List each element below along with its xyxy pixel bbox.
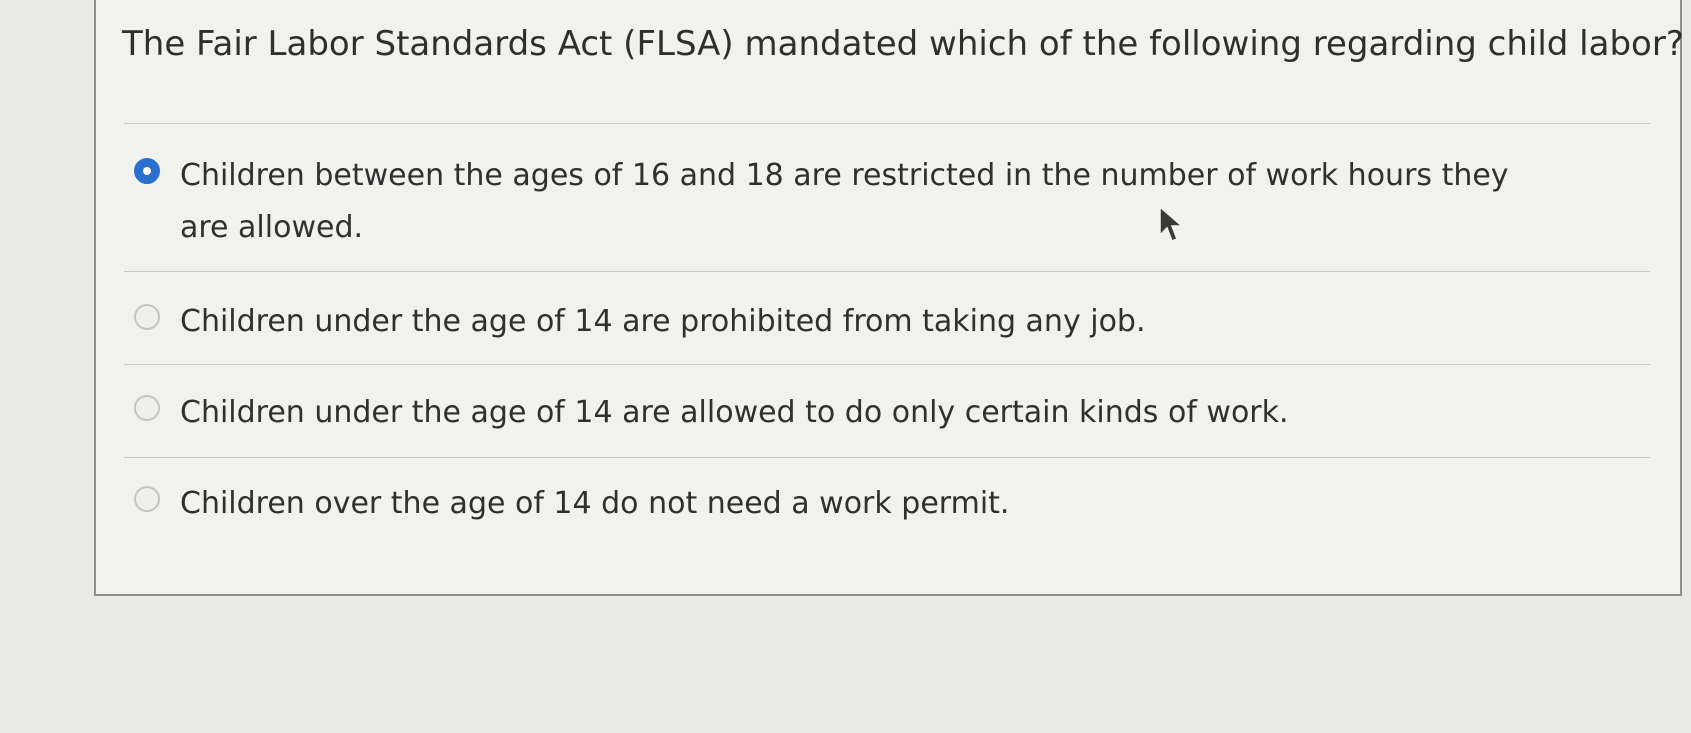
answer-option-label: Children over the age of 14 do not need … (180, 486, 1010, 521)
answer-option-1[interactable]: Children between the ages of 16 and 18 a… (134, 150, 1614, 254)
divider (124, 457, 1650, 458)
question-text: The Fair Labor Standards Act (FLSA) mand… (122, 24, 1684, 64)
answer-option-4[interactable]: Children over the age of 14 do not need … (134, 478, 1614, 530)
divider (124, 364, 1650, 365)
radio-button[interactable] (134, 486, 160, 512)
mouse-cursor-icon (1159, 205, 1185, 242)
answer-option-label: Children between the ages of 16 and 18 a… (180, 158, 1509, 245)
divider (124, 271, 1650, 272)
divider (124, 123, 1650, 124)
radio-button[interactable] (134, 395, 160, 421)
question-card: The Fair Labor Standards Act (FLSA) mand… (94, 0, 1684, 596)
answer-option-label: Children under the age of 14 are allowed… (180, 395, 1289, 430)
answer-option-3[interactable]: Children under the age of 14 are allowed… (134, 387, 1614, 439)
radio-button-selected[interactable] (134, 158, 160, 184)
answer-option-label: Children under the age of 14 are prohibi… (180, 304, 1146, 339)
answer-option-2[interactable]: Children under the age of 14 are prohibi… (134, 296, 1614, 348)
radio-button[interactable] (134, 304, 160, 330)
